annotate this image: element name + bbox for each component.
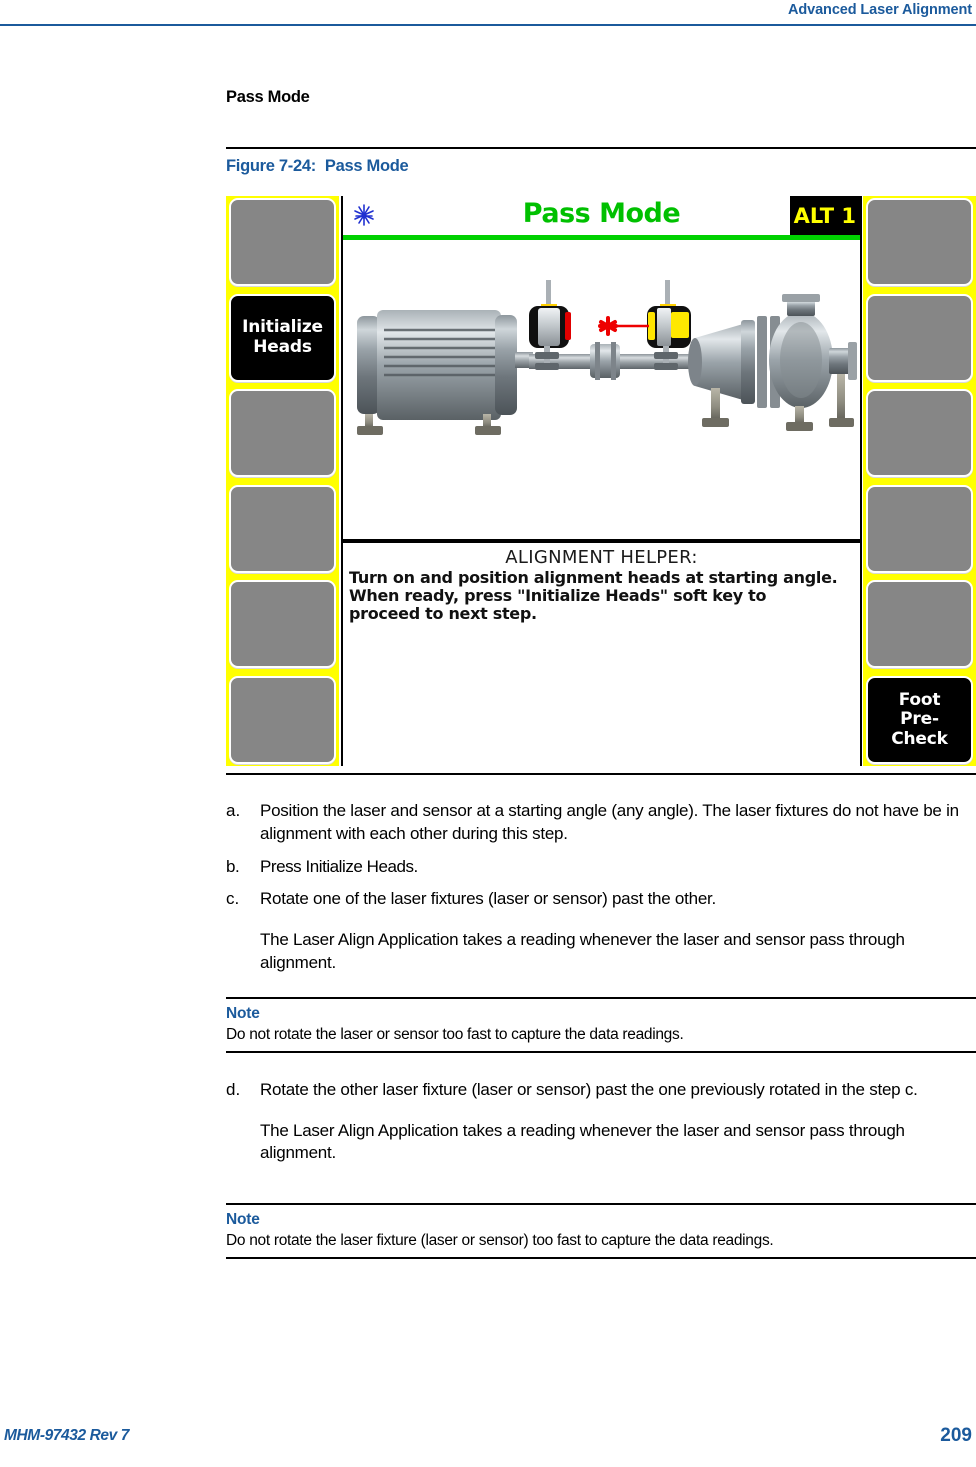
paragraph-after-step-d: The Laser Align Application takes a read… bbox=[260, 1120, 905, 1163]
note-1-text: Do not rotate the laser or sensor too fa… bbox=[226, 1025, 684, 1043]
footer-document-id: MHM-97432 Rev 7 bbox=[4, 1427, 129, 1444]
note-2-label: Note bbox=[226, 1211, 260, 1229]
screen-title: Pass Mode bbox=[522, 198, 681, 229]
step-d-text: Rotate the other laser fixture (laser or… bbox=[260, 1079, 918, 1099]
softkey-initialize-heads[interactable]: Initialize Heads bbox=[229, 293, 336, 382]
softkey-right-2[interactable] bbox=[866, 293, 973, 382]
softkey-foot-pre-check-label: Foot Pre- Check bbox=[891, 689, 948, 749]
softkey-right-5[interactable] bbox=[866, 580, 973, 669]
footer-page-number: 209 bbox=[940, 1425, 972, 1446]
running-header-title: Advanced Laser Alignment bbox=[788, 2, 972, 18]
alignment-helper-box: ALIGNMENT HELPER: Turn on and position a… bbox=[343, 539, 860, 650]
note-1-label: Note bbox=[226, 1004, 260, 1022]
alignment-helper-line-1: Turn on and position alignment heads at … bbox=[349, 568, 838, 587]
note-block-1: Note Do not rotate the laser or sensor t… bbox=[226, 996, 976, 1053]
step-b-marker: b. bbox=[226, 856, 240, 876]
motor bbox=[357, 310, 533, 435]
softkey-left-3[interactable] bbox=[229, 389, 336, 478]
paragraph-after-step-c: The Laser Align Application takes a read… bbox=[260, 930, 905, 972]
step-c-text: Rotate one of the laser fixtures (laser … bbox=[260, 889, 716, 909]
softkey-right-3[interactable] bbox=[866, 389, 973, 478]
header-rule bbox=[0, 24, 976, 26]
softkey-left-6[interactable] bbox=[229, 675, 336, 764]
figure-rule-bottom bbox=[226, 773, 976, 775]
left-softkey-column: Initialize Heads bbox=[226, 196, 339, 766]
step-c: c. Rotate one of the laser fixtures (las… bbox=[226, 888, 976, 911]
alignment-helper-line-3: proceed to next step. bbox=[349, 604, 537, 624]
screen-titlebar: Pass Mode ALT 1 bbox=[343, 196, 860, 240]
figure-title: Pass Mode bbox=[324, 157, 409, 175]
step-b: b. Press Initialize Heads. bbox=[226, 856, 976, 879]
note-block-2: Note Do not rotate the laser fixture (la… bbox=[226, 1203, 976, 1260]
alignment-helper-line-2: When ready, press "Initialize Heads" sof… bbox=[349, 586, 767, 606]
note-2-text: Do not rotate the laser fixture (laser o… bbox=[226, 1232, 774, 1250]
step-c-marker: c. bbox=[226, 889, 240, 909]
step-b-text: Press Initialize Heads. bbox=[260, 856, 418, 876]
procedure-steps: a. Position the laser and sensor at a st… bbox=[226, 800, 976, 1260]
section-heading: Pass Mode bbox=[226, 88, 310, 106]
softkey-foot-pre-check[interactable]: Foot Pre- Check bbox=[866, 675, 973, 764]
step-a-marker: a. bbox=[226, 801, 241, 820]
screen-body: ALIGNMENT HELPER: Turn on and position a… bbox=[343, 240, 860, 650]
figure-caption: Figure 7-24: Pass Mode bbox=[226, 157, 409, 176]
figure-number: Figure 7-24: bbox=[226, 157, 316, 175]
softkey-right-4[interactable] bbox=[866, 484, 973, 573]
machine-illustration bbox=[357, 280, 857, 435]
softkey-left-5[interactable] bbox=[229, 580, 336, 669]
step-d: d. Rotate the other laser fixture (laser… bbox=[226, 1079, 976, 1102]
pump bbox=[688, 294, 857, 431]
softkey-left-4[interactable] bbox=[229, 484, 336, 573]
alignment-helper-title: ALIGNMENT HELPER: bbox=[505, 547, 698, 568]
step-a-text: Position the laser and sensor at a start… bbox=[260, 801, 959, 843]
laser-beam-indicator bbox=[598, 316, 649, 336]
figure-rule-top bbox=[226, 147, 976, 149]
alt-badge: ALT 1 bbox=[789, 196, 860, 235]
coupling bbox=[590, 342, 620, 380]
device-screenshot: Initialize Heads Pass Mode ALT 1 ALIGNME… bbox=[226, 196, 976, 766]
screen-viewport: Pass Mode ALT 1 ALIGNMENT HELPER: Turn o… bbox=[341, 196, 862, 766]
right-softkey-column: Foot Pre- Check bbox=[863, 196, 976, 766]
step-a: a. Position the laser and sensor at a st… bbox=[226, 800, 976, 846]
page-footer: MHM-97432 Rev 7 209 bbox=[0, 1425, 976, 1453]
softkey-initialize-heads-label: Initialize Heads bbox=[242, 317, 323, 357]
step-d-marker: d. bbox=[226, 1079, 241, 1099]
softkey-right-1[interactable] bbox=[866, 198, 973, 286]
softkey-left-1[interactable] bbox=[229, 198, 336, 286]
